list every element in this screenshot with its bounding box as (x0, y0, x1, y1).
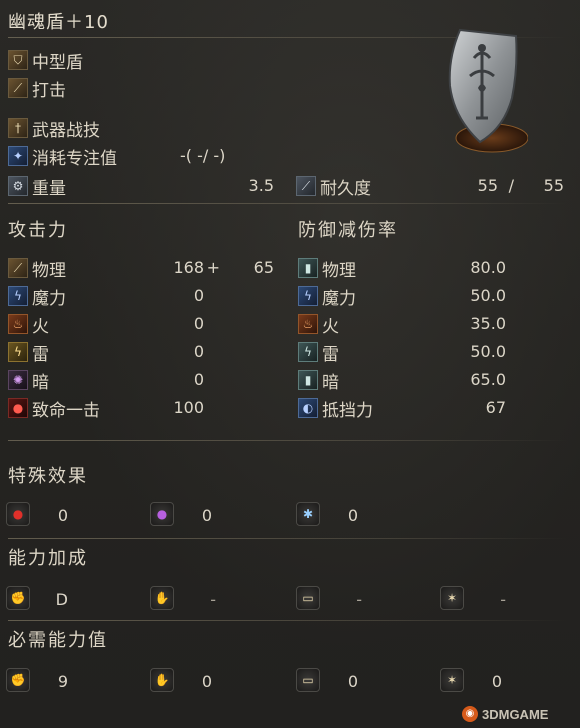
weight-value: 3.5 (248, 176, 274, 195)
durability-separator: / (508, 176, 514, 195)
shield-type-icon: ⛉ (8, 50, 28, 70)
fp-cost-label: 消耗专注值 (32, 149, 117, 169)
weight-label: 重量 (32, 179, 66, 199)
fire-defense-icon: ♨ (298, 314, 318, 334)
durability-icon: ⟋ (296, 176, 316, 196)
bleed-effect-icon: ● (6, 502, 30, 526)
shield-type-label: 中型盾 (32, 53, 83, 73)
poison-effect-icon: ● (150, 502, 174, 526)
scaling-header: 能力加成 (8, 548, 88, 569)
defense-value-stability: 67 (485, 398, 506, 417)
defense-header: 防御减伤率 (298, 220, 398, 241)
attack-label-magic: 魔力 (32, 289, 66, 309)
effects-header: 特殊效果 (8, 466, 88, 487)
shield-image (432, 18, 529, 168)
defense-label-stability: 抵挡力 (322, 401, 373, 421)
durability-max: 55 (543, 176, 564, 195)
dexterity-icon: ✋ (150, 586, 174, 610)
physical-attack-icon: ⟋ (8, 258, 28, 278)
intelligence-icon: ▭ (296, 586, 320, 610)
strike-icon: ⟋ (8, 78, 28, 98)
magic-defense-icon: ϟ (298, 286, 318, 306)
req-intelligence-icon: ▭ (296, 668, 320, 692)
scaling-value-strength: D (55, 590, 68, 609)
fp-cost-value: -( -/ -) (180, 146, 226, 165)
stability-icon: ◐ (298, 398, 318, 418)
strength-icon: ✊ (6, 586, 30, 610)
scaling-value-dexterity: - (210, 590, 216, 609)
defense-value-physical: 80.0 (470, 258, 506, 277)
attack-label-dark: 暗 (32, 373, 49, 393)
watermark-logo-icon: ◉ (462, 706, 478, 722)
requirements-header: 必需能力值 (8, 630, 108, 651)
attack-value-dark: 0 (193, 370, 204, 389)
req-strength-icon: ✊ (6, 668, 30, 692)
attack-label-lightning: 雷 (32, 345, 49, 365)
watermark-text: 3DMGAME (482, 706, 549, 722)
attack-type-label: 打击 (32, 81, 66, 101)
frost-effect-icon: ✱ (296, 502, 320, 526)
defense-value-lightning: 50.0 (470, 342, 506, 361)
defense-label-dark: 暗 (322, 373, 339, 393)
lightning-attack-icon: ϟ (8, 342, 28, 362)
req-faith-icon: ✶ (440, 668, 464, 692)
watermark: ◉ 3DMGAME (462, 704, 574, 724)
requirements-divider (8, 620, 568, 621)
durability-current: 55 (477, 176, 498, 195)
effects-divider (8, 440, 568, 441)
req-value-strength: 9 (57, 672, 68, 691)
attack-value-magic: 0 (193, 286, 204, 305)
req-value-faith: 0 (491, 672, 502, 691)
defense-label-physical: 物理 (322, 261, 356, 281)
effect-value-bleed: 0 (57, 506, 68, 525)
item-detail-panel: 幽魂盾＋10 ⛉ 中型盾 ⟋ 打击 † 武器战技 ✦ 消耗专注值 -(-/ -… (0, 0, 580, 728)
scaling-value-intelligence: - (356, 590, 362, 609)
fire-attack-icon: ♨ (8, 314, 28, 334)
attack-label-critical: 致命一击 (32, 401, 100, 421)
physical-defense-icon: ▮ (298, 258, 318, 278)
dark-attack-icon: ✺ (8, 370, 28, 390)
attack-value-critical: 100 (173, 398, 204, 417)
defense-label-magic: 魔力 (322, 289, 356, 309)
lightning-defense-icon: ϟ (298, 342, 318, 362)
attack-header: 攻击力 (8, 220, 68, 241)
attack-value-fire: 0 (193, 314, 204, 333)
scaling-divider (8, 538, 568, 539)
defense-value-fire: 35.0 (470, 314, 506, 333)
attack-label-fire: 火 (32, 317, 49, 337)
item-name: 幽魂盾＋10 (8, 12, 109, 33)
req-dexterity-icon: ✋ (150, 668, 174, 692)
effect-value-poison: 0 (201, 506, 212, 525)
attack-value-lightning: 0 (193, 342, 204, 361)
weapon-skill-icon: † (8, 118, 28, 138)
dark-defense-icon: ▮ (298, 370, 318, 390)
stats-divider (8, 203, 568, 204)
magic-attack-icon: ϟ (8, 286, 28, 306)
scaling-value-faith: - (500, 590, 506, 609)
effect-value-frost: 0 (347, 506, 358, 525)
attack-bonus-physical: 65 (253, 258, 274, 277)
faith-icon: ✶ (440, 586, 464, 610)
durability-label: 耐久度 (320, 179, 371, 199)
attack-label-physical: 物理 (32, 261, 66, 281)
req-value-dexterity: 0 (201, 672, 212, 691)
attack-plus-physical: + (206, 258, 220, 277)
weapon-skill-label: 武器战技 (32, 121, 100, 141)
req-value-intelligence: 0 (347, 672, 358, 691)
fp-cost-icon: ✦ (8, 146, 28, 166)
weight-icon: ⚙ (8, 176, 28, 196)
attack-value-physical: 168 (173, 258, 204, 277)
defense-value-magic: 50.0 (470, 286, 506, 305)
defense-label-fire: 火 (322, 317, 339, 337)
critical-icon: ● (8, 398, 28, 418)
defense-label-lightning: 雷 (322, 345, 339, 365)
defense-value-dark: 65.0 (470, 370, 506, 389)
